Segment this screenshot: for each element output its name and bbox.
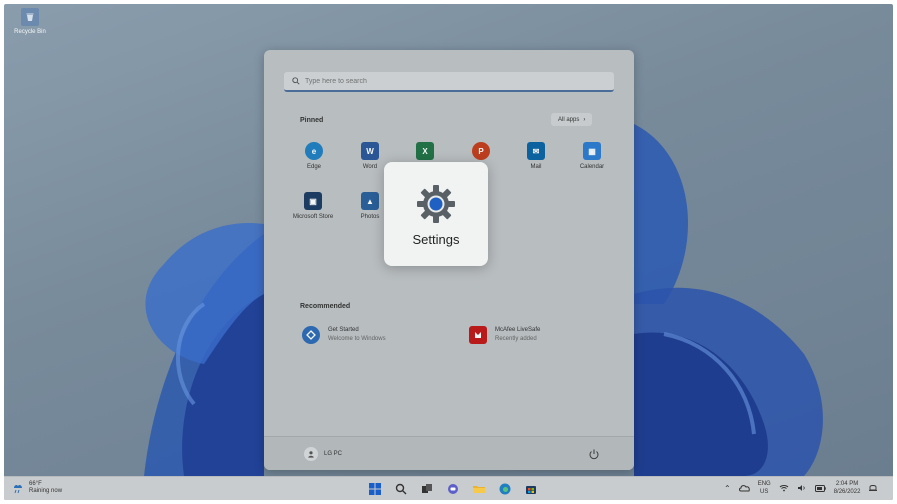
store-icon: [526, 486, 536, 494]
recycle-bin-label: Recycle Bin: [14, 29, 46, 35]
all-apps-button[interactable]: All apps ›: [551, 113, 593, 126]
store-button[interactable]: [522, 480, 540, 498]
mail-icon: ✉: [527, 142, 545, 160]
user-name: LG PC: [324, 451, 343, 457]
file-explorer-button[interactable]: [470, 480, 488, 498]
clock-time: 2:04 PM: [835, 481, 859, 487]
user-avatar-icon: [304, 447, 318, 461]
pinned-app-calendar[interactable]: ▦ Calendar: [571, 142, 613, 170]
user-account-button[interactable]: LG PC: [304, 447, 342, 461]
pinned-app-label: Calendar: [579, 164, 605, 170]
start-button[interactable]: [366, 480, 384, 498]
recommended-title: Recommended: [300, 303, 351, 310]
screen: Recycle Bin Pinned All apps › e Edge W W…: [4, 4, 893, 500]
power-icon[interactable]: [588, 448, 600, 460]
lang-top: ENG: [757, 481, 771, 487]
weather-widget[interactable]: 66°F Raining now: [12, 481, 62, 495]
wifi-icon[interactable]: [779, 484, 789, 492]
task-view-icon: [422, 484, 432, 493]
settings-label: Settings: [412, 232, 460, 247]
pinned-app-mail[interactable]: ✉ Mail: [515, 142, 557, 170]
taskbar: 66°F Raining now ⌃ ENG US 2:04 PM 8/26/2…: [4, 476, 893, 500]
recycle-bin-icon: [21, 8, 39, 26]
pinned-app-microsoft-store[interactable]: ▣ Microsoft Store: [286, 192, 340, 220]
settings-app-highlight[interactable]: Settings: [384, 162, 488, 266]
onedrive-cloud-icon[interactable]: [738, 484, 750, 492]
lang-bottom: US: [760, 489, 769, 495]
clock-date: 8/26/2022: [833, 489, 861, 495]
mcafee-icon: [469, 326, 487, 344]
weather-desc: Raining now: [29, 488, 63, 494]
chat-icon: [448, 484, 458, 494]
battery-icon[interactable]: [814, 484, 826, 492]
recommended-subtitle: Recently added: [495, 336, 537, 342]
pinned-app-edge[interactable]: e Edge: [293, 142, 335, 170]
edge-icon: [499, 483, 511, 495]
recommended-subtitle: Welcome to Windows: [328, 336, 386, 342]
start-search-box[interactable]: [284, 72, 614, 92]
notification-icon[interactable]: [868, 483, 878, 493]
edge-button[interactable]: [496, 480, 514, 498]
chevron-right-icon: ›: [583, 116, 586, 123]
all-apps-label: All apps: [558, 116, 580, 123]
search-icon: [292, 77, 300, 85]
recommended-item-mcafee[interactable]: McAfee LiveSafe Recently added: [469, 326, 540, 344]
language-indicator[interactable]: ENG US: [758, 480, 771, 496]
desktop-icon-recycle-bin[interactable]: Recycle Bin: [8, 8, 52, 35]
search-input[interactable]: [305, 77, 565, 85]
task-view-button[interactable]: [418, 480, 436, 498]
pinned-title: Pinned: [300, 117, 324, 124]
recommended-item-get-started[interactable]: Get Started Welcome to Windows: [302, 326, 386, 344]
search-icon: [395, 483, 407, 495]
excel-icon: X: [416, 142, 434, 160]
store-icon: ▣: [304, 192, 322, 210]
taskbar-apps: [366, 480, 540, 498]
weather-temp: 66°F: [29, 481, 42, 487]
settings-gear-icon: [417, 185, 455, 223]
windows-logo-icon: [369, 483, 381, 495]
recommended-title: McAfee LiveSafe: [495, 327, 541, 333]
folder-icon: [473, 486, 485, 493]
get-started-icon: [302, 326, 320, 344]
weather-rain-icon: [14, 484, 22, 494]
chevron-up-icon[interactable]: ⌃: [724, 484, 731, 493]
system-tray: ⌃ ENG US 2:04 PM 8/26/2022: [724, 480, 878, 496]
clock[interactable]: 2:04 PM 8/26/2022: [834, 480, 861, 496]
powerpoint-icon: P: [472, 142, 490, 160]
taskbar-search-button[interactable]: [392, 480, 410, 498]
start-menu-footer: LG PC: [264, 436, 634, 470]
calendar-icon: ▦: [583, 142, 601, 160]
pinned-app-label: Microsoft Store: [292, 214, 334, 220]
recommended-title: Get Started: [328, 327, 359, 333]
volume-icon[interactable]: [797, 484, 807, 492]
pinned-app-label: Edge: [306, 164, 321, 170]
word-icon: W: [361, 142, 379, 160]
pinned-app-label: Mail: [530, 164, 542, 170]
photos-icon: ▲: [361, 192, 379, 210]
pinned-app-excel[interactable]: X: [404, 142, 446, 164]
chat-button[interactable]: [444, 480, 462, 498]
pinned-app-powerpoint[interactable]: P: [460, 142, 502, 164]
edge-icon: e: [305, 142, 323, 160]
